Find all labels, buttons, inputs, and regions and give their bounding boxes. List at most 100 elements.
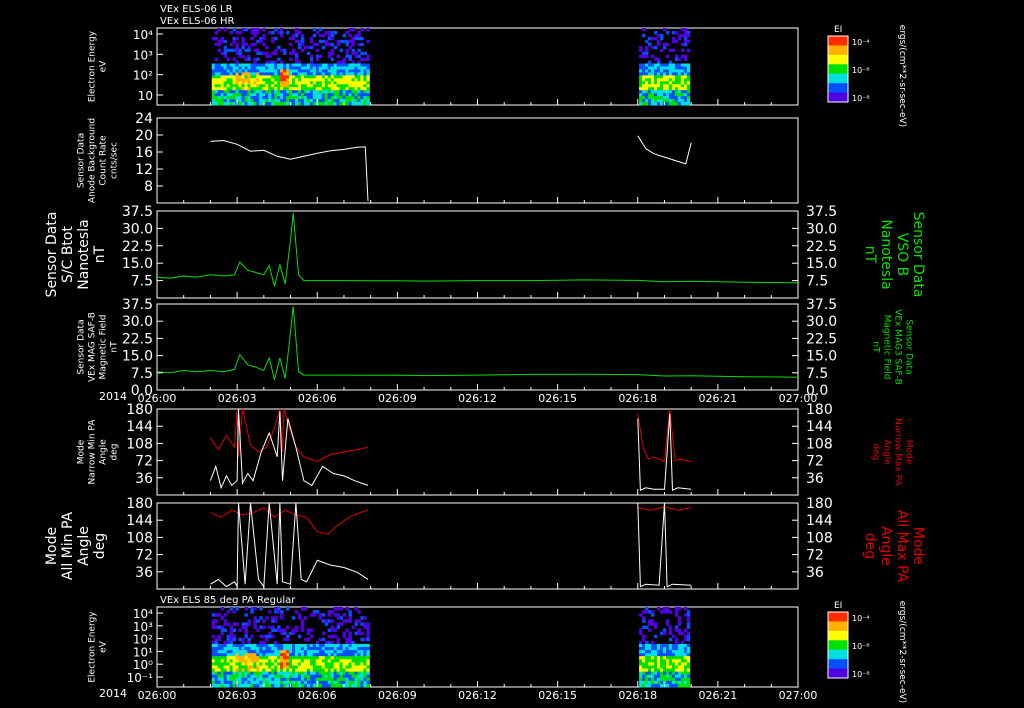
heat-cell xyxy=(660,48,664,53)
heat-cell xyxy=(642,93,646,97)
trace-narrow-pa-1-1 xyxy=(637,413,692,491)
heat-cell xyxy=(238,637,242,642)
heat-cell xyxy=(226,671,230,676)
heat-cell xyxy=(330,69,335,73)
heat-cell xyxy=(680,665,685,669)
heat-cell xyxy=(680,656,685,660)
heat-cell xyxy=(244,75,248,79)
heat-cell xyxy=(671,87,676,91)
heat-cell xyxy=(321,90,326,94)
heat-cell xyxy=(324,622,329,626)
heat-cell xyxy=(315,671,320,676)
heat-cell xyxy=(677,69,682,73)
heat-cell xyxy=(318,69,323,73)
heat-cell xyxy=(268,72,272,76)
heat-cell xyxy=(247,659,251,663)
heat-cell xyxy=(214,63,219,67)
heat-cell xyxy=(217,659,222,663)
heat-cell xyxy=(639,45,643,50)
heat-cell xyxy=(642,634,646,639)
heat-cell xyxy=(351,78,355,82)
heat-cell xyxy=(315,653,320,657)
heat-cell xyxy=(226,96,230,100)
heat-cell xyxy=(321,66,326,70)
heat-cell xyxy=(235,647,239,651)
heat-cell xyxy=(318,78,323,82)
heat-cell xyxy=(217,650,222,654)
heat-cell xyxy=(642,637,646,642)
heat-cell xyxy=(232,75,236,79)
heat-cell xyxy=(645,45,649,50)
heat-cell xyxy=(232,87,236,91)
heat-cell xyxy=(321,63,326,67)
heat-cell xyxy=(211,656,216,660)
heat-cell xyxy=(657,78,661,82)
heat-cell xyxy=(348,72,352,76)
heat-cell xyxy=(360,668,364,672)
heat-cell xyxy=(660,647,664,651)
y-tick-label: 10⁴ xyxy=(133,28,153,42)
heat-cell xyxy=(220,616,225,620)
heat-cell xyxy=(241,78,245,82)
heat-cell xyxy=(336,616,340,620)
heat-cell xyxy=(298,63,302,67)
heat-cell xyxy=(674,90,679,94)
heat-cell xyxy=(286,75,290,79)
heat-cell xyxy=(271,66,275,70)
heat-cell xyxy=(645,63,649,67)
y-tick-label: 108 xyxy=(126,436,153,452)
heat-cell xyxy=(336,75,340,79)
heat-cell xyxy=(268,677,272,682)
heat-cell xyxy=(250,643,254,648)
heat-cell xyxy=(324,680,329,685)
heat-cell xyxy=(256,628,260,632)
heat-cell xyxy=(306,659,311,663)
heat-cell xyxy=(220,84,225,88)
heat-cell xyxy=(235,87,239,91)
heat-cell xyxy=(345,99,349,103)
heat-cell xyxy=(683,84,688,88)
heat-cell xyxy=(330,610,335,614)
heat-cell xyxy=(244,607,248,611)
heat-cell xyxy=(292,63,296,67)
heat-cell xyxy=(351,75,355,79)
heat-cell xyxy=(211,619,216,623)
heat-cell xyxy=(324,90,329,94)
heat-cell xyxy=(327,69,332,73)
heat-cell xyxy=(654,634,658,639)
heat-cell xyxy=(244,643,248,648)
heat-cell xyxy=(238,93,242,97)
heat-cell xyxy=(327,628,332,632)
heat-cell xyxy=(336,78,340,82)
heat-cell xyxy=(286,665,290,669)
heat-cell xyxy=(660,87,664,91)
heat-cell xyxy=(351,671,355,676)
heat-cell xyxy=(265,93,269,97)
heat-cell xyxy=(327,33,332,38)
heat-cell xyxy=(238,72,242,76)
heat-cell xyxy=(247,665,251,669)
heat-cell xyxy=(321,659,326,663)
heat-cell xyxy=(330,668,335,672)
heat-cell xyxy=(244,63,248,67)
heat-cell xyxy=(324,640,329,645)
heat-cell xyxy=(274,607,278,611)
heat-cell xyxy=(226,87,230,91)
heat-cell xyxy=(295,647,299,651)
heat-cell xyxy=(330,102,335,106)
heat-cell xyxy=(298,650,302,654)
heat-cell xyxy=(229,653,233,657)
heat-cell xyxy=(642,653,646,657)
title-top-line1: VEx ELS-06 LR xyxy=(160,4,233,15)
heat-cell xyxy=(354,622,358,626)
heat-cell xyxy=(683,613,688,617)
heat-cell xyxy=(674,96,679,100)
heat-cell xyxy=(286,63,290,67)
heat-cell xyxy=(298,78,302,82)
heat-cell xyxy=(327,656,332,660)
heat-cell xyxy=(674,613,679,617)
heat-cell xyxy=(300,33,305,38)
heat-cell xyxy=(366,647,370,651)
heat-cell xyxy=(268,93,272,97)
heat-cell xyxy=(345,75,349,79)
